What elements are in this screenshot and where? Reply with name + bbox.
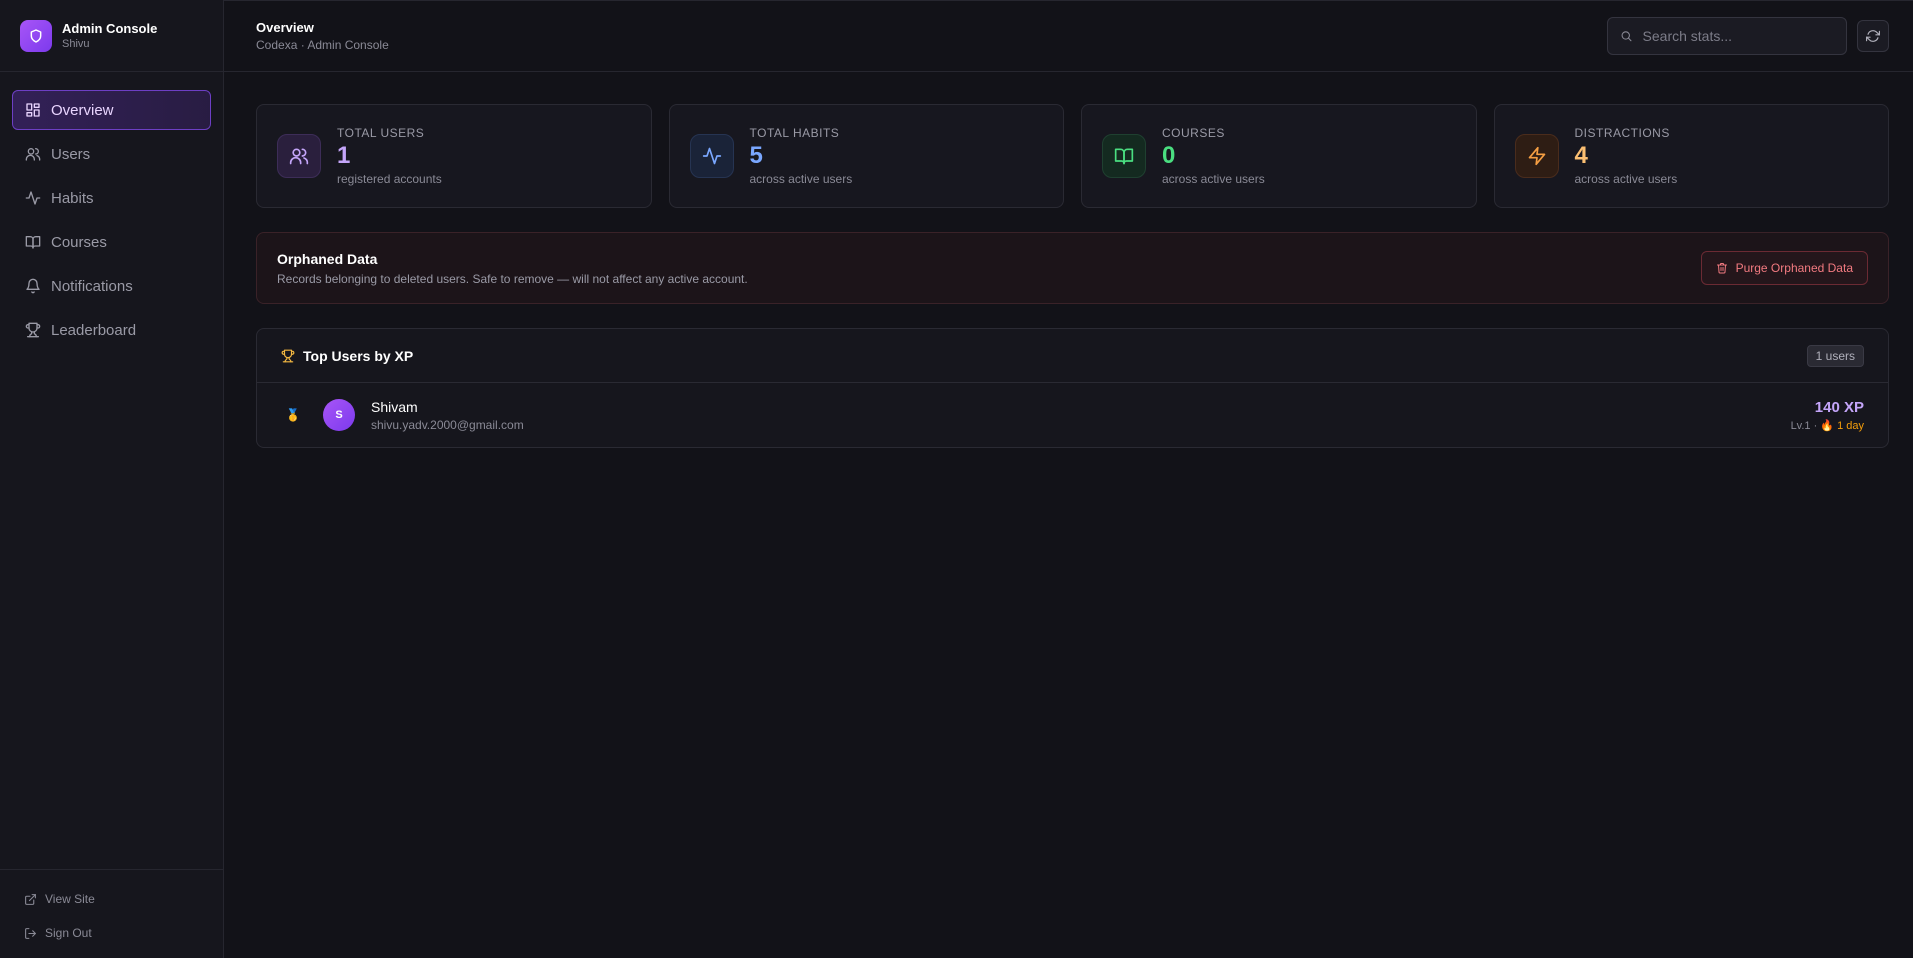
leaderboard-header: Top Users by XP 1 users	[257, 329, 1888, 383]
stat-value: 5	[749, 142, 763, 169]
layout-grid-icon	[26, 103, 40, 117]
search-icon	[1621, 31, 1632, 42]
view-site-link[interactable]: View Site	[12, 882, 211, 916]
trophy-icon	[25, 322, 41, 338]
zap-icon	[1514, 134, 1559, 178]
stat-card-total-users: TOTAL USERS 1 registered accounts	[256, 104, 652, 208]
page-title: Overview	[256, 20, 314, 35]
leaderboard-row[interactable]: 🥇 S Shivam shivu.yadv.2000@gmail.com 140…	[257, 383, 1888, 447]
avatar: S	[323, 399, 355, 431]
activity-icon	[25, 191, 41, 205]
refresh-icon	[1866, 30, 1880, 42]
sidebar-item-courses[interactable]: Courses	[12, 222, 211, 262]
stat-value: 0	[1162, 142, 1176, 169]
purge-orphaned-data-button[interactable]: Purge Orphaned Data	[1700, 251, 1868, 285]
stat-value: 4	[1574, 142, 1588, 169]
users-icon	[25, 148, 41, 161]
sidebar-item-overview[interactable]: Overview	[12, 90, 211, 130]
orphaned-data-panel: Orphaned Data Records belonging to delet…	[256, 232, 1889, 304]
stat-subtext: registered accounts	[337, 172, 442, 186]
sidebar-nav: Overview Users Habits Courses Notificati…	[0, 72, 223, 869]
sidebar-item-habits[interactable]: Habits	[12, 178, 211, 218]
sidebar-item-label: Courses	[51, 233, 107, 251]
stat-card-total-habits: TOTAL HABITS 5 across active users	[668, 104, 1064, 208]
sidebar-item-users[interactable]: Users	[12, 134, 211, 174]
user-level: Lv.1 ·	[1790, 419, 1818, 432]
bell-icon	[26, 278, 40, 294]
log-out-icon	[25, 927, 36, 939]
topbar: Overview Codexa · Admin Console	[224, 0, 1913, 72]
book-icon	[25, 236, 41, 249]
stat-subtext: across active users	[749, 172, 853, 186]
sidebar-item-label: Notifications	[51, 277, 133, 295]
external-link-icon	[25, 893, 36, 905]
orphaned-data-description: Records belonging to deleted users. Safe…	[277, 271, 748, 286]
stats-row: TOTAL USERS 1 registered accounts TOTAL …	[256, 104, 1889, 208]
sidebar-footer: View Site Sign Out	[0, 869, 223, 958]
stat-subtext: across active users	[1162, 172, 1265, 186]
user-streak: 🔥 1 day	[1820, 419, 1864, 432]
shield-icon	[20, 19, 52, 52]
view-site-label: View Site	[45, 892, 95, 906]
stat-label: TOTAL USERS	[337, 126, 425, 140]
user-count-badge: 1 users	[1806, 344, 1864, 367]
leaderboard-panel: Top Users by XP 1 users 🥇 S Shivam shivu…	[256, 328, 1889, 448]
brand-title: Admin Console	[62, 21, 158, 36]
book-icon	[1102, 134, 1146, 178]
user-xp: 140 XP	[1814, 398, 1864, 416]
users-icon	[277, 134, 321, 178]
medal-icon: 🥇	[285, 408, 301, 422]
sidebar-item-leaderboard[interactable]: Leaderboard	[12, 310, 211, 350]
stat-label: DISTRACTIONS	[1574, 126, 1670, 140]
sidebar-item-label: Leaderboard	[51, 321, 137, 339]
sidebar-item-notifications[interactable]: Notifications	[12, 266, 211, 306]
refresh-button[interactable]	[1857, 20, 1889, 52]
sidebar-item-label: Users	[51, 145, 91, 163]
main-area: Overview Codexa · Admin Console TOTAL US…	[224, 0, 1913, 958]
sidebar: Admin Console Shivu Overview Users Habit…	[0, 0, 224, 958]
stat-label: COURSES	[1162, 126, 1225, 140]
sidebar-item-label: Habits	[51, 189, 94, 207]
brand: Admin Console Shivu	[0, 0, 223, 72]
purge-button-label: Purge Orphaned Data	[1735, 261, 1853, 275]
sidebar-item-label: Overview	[51, 101, 114, 119]
stat-value: 1	[337, 142, 351, 169]
leaderboard-title: Top Users by XP	[303, 347, 414, 364]
user-email: shivu.yadv.2000@gmail.com	[371, 417, 524, 432]
trophy-icon	[281, 349, 295, 362]
search-box[interactable]	[1607, 17, 1847, 55]
orphaned-data-title: Orphaned Data	[277, 250, 378, 267]
search-input[interactable]	[1642, 28, 1834, 44]
activity-icon	[689, 134, 734, 178]
stat-card-courses: COURSES 0 across active users	[1081, 104, 1477, 208]
breadcrumb: Codexa · Admin Console	[256, 38, 389, 52]
stat-label: TOTAL HABITS	[749, 126, 840, 140]
stat-card-distractions: DISTRACTIONS 4 across active users	[1493, 104, 1889, 208]
user-name: Shivam	[371, 398, 418, 415]
brand-subtitle: Shivu	[62, 38, 90, 50]
trash-icon	[1716, 263, 1727, 274]
stat-subtext: across active users	[1574, 172, 1678, 186]
sign-out-button[interactable]: Sign Out	[12, 916, 211, 950]
sign-out-label: Sign Out	[45, 926, 92, 940]
content: TOTAL USERS 1 registered accounts TOTAL …	[224, 72, 1913, 448]
